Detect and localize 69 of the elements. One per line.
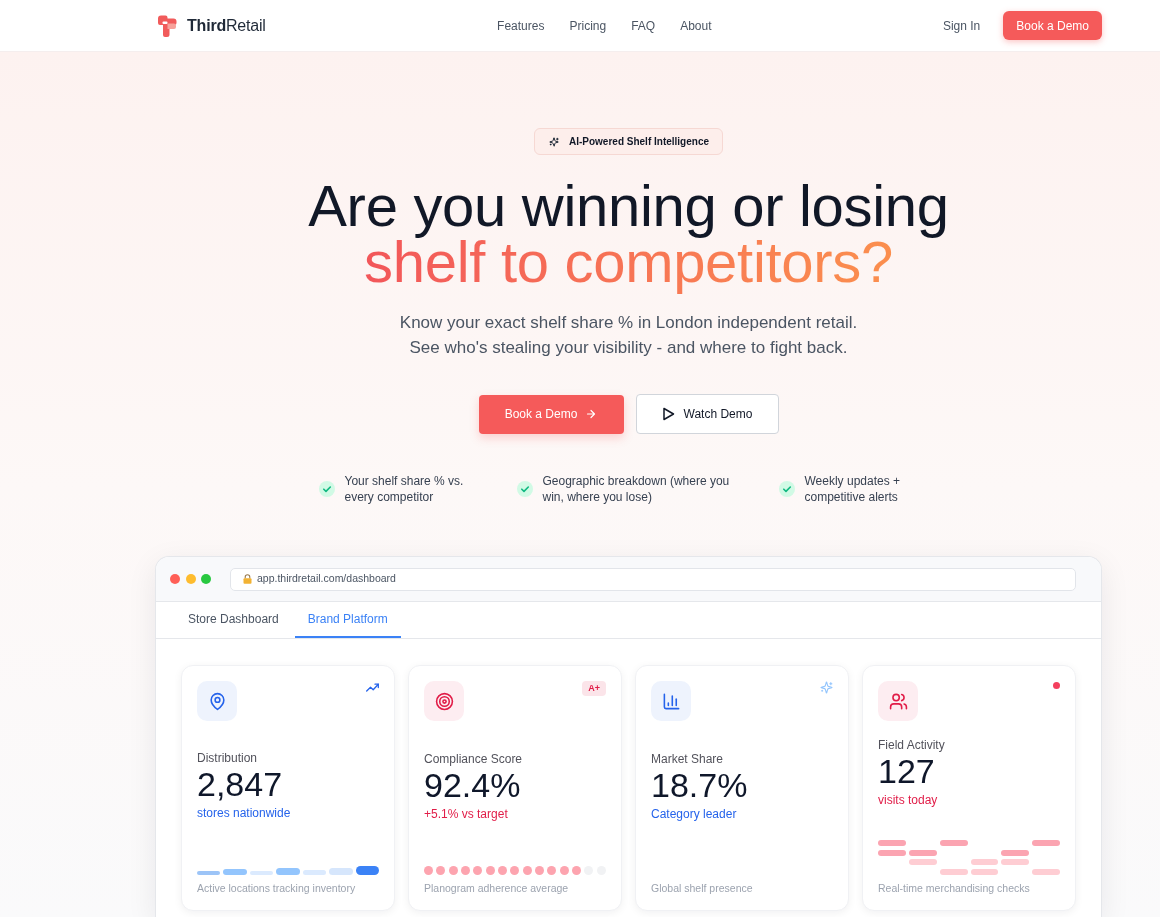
metric-note: +5.1% vs target xyxy=(424,806,509,822)
metric-note: Category leader xyxy=(651,806,738,822)
metric-caption: Real-time merchandising checks xyxy=(878,881,1031,895)
live-dot-icon xyxy=(1053,682,1060,689)
sparkles-icon xyxy=(549,136,559,147)
play-icon xyxy=(661,407,675,421)
badge-text: AI-Powered Shelf Intelligence xyxy=(569,135,709,149)
watch-demo-button[interactable]: Watch Demo xyxy=(635,394,779,434)
map-pin-icon xyxy=(197,681,237,721)
sign-in-link[interactable]: Sign In xyxy=(942,16,981,35)
metric-note: stores nationwide xyxy=(197,805,292,821)
check-icon xyxy=(778,481,795,497)
lock-icon xyxy=(243,574,252,584)
check-icon xyxy=(318,481,335,497)
activity-block xyxy=(878,849,906,856)
nav-link[interactable]: Pricing xyxy=(569,16,607,35)
logo-icon xyxy=(155,13,179,38)
activity-block xyxy=(908,849,937,856)
sparkles-icon xyxy=(820,681,833,694)
metric-label: Compliance Score xyxy=(424,751,524,767)
target-icon xyxy=(424,681,464,721)
chart-bar xyxy=(197,871,221,875)
chart-bar xyxy=(302,870,327,875)
bar-chart-icon xyxy=(651,681,691,721)
chart-bar xyxy=(223,869,247,875)
close-dot-icon xyxy=(170,574,180,584)
metric-value: 92.4% xyxy=(424,767,522,803)
metric-label: Field Activity xyxy=(878,737,946,753)
metric-caption: Active locations tracking inventory xyxy=(197,881,357,895)
zoom-dot-icon xyxy=(201,574,211,584)
trending-up-icon xyxy=(366,683,379,692)
arrow-right-icon xyxy=(585,408,598,420)
activity-block xyxy=(1001,849,1030,856)
tab[interactable]: Store Dashboard xyxy=(175,602,292,638)
nav-link[interactable]: Features xyxy=(497,16,545,35)
metric-value: 18.7% xyxy=(651,767,749,803)
users-icon xyxy=(878,681,918,721)
feature-text: Your shelf share % vs. every competitor xyxy=(344,473,465,505)
activity-block xyxy=(878,840,906,846)
logo-link[interactable]: ThirdRetail xyxy=(155,13,266,38)
activity-block xyxy=(939,840,968,846)
feature-text: Geographic breakdown (where you win, where you lose) xyxy=(542,473,731,505)
activity-block xyxy=(908,859,937,866)
nav-link[interactable]: About xyxy=(680,16,712,35)
activity-block xyxy=(970,868,999,875)
chart-bar xyxy=(329,868,353,875)
activity-block xyxy=(1001,859,1030,866)
activity-block xyxy=(970,859,999,866)
minimize-dot-icon xyxy=(185,574,196,584)
metric-value: 2,847 xyxy=(197,766,284,802)
feature-text: Weekly updates + competitive alerts xyxy=(804,473,901,505)
metric-caption: Planogram adherence average xyxy=(424,881,570,895)
metric-caption: Global shelf presence xyxy=(651,881,754,895)
chart-bar xyxy=(276,868,300,875)
address-bar[interactable]: app.thirdretail.com/dashboard xyxy=(230,567,1076,591)
check-icon xyxy=(516,481,533,497)
metric-value: 127 xyxy=(878,753,936,789)
activity-block xyxy=(939,868,968,875)
activity-block xyxy=(1032,868,1060,875)
activity-block xyxy=(1032,840,1060,846)
tab[interactable]: Brand Platform xyxy=(294,602,401,638)
metric-label: Distribution xyxy=(197,750,259,766)
chart-bar xyxy=(355,866,379,875)
chart-bar xyxy=(249,871,274,875)
nav-link[interactable]: FAQ xyxy=(631,16,656,35)
hero-subtitle: Know your exact shelf share % in London independent retail. See who's stealing your visibility - and where to fight back. xyxy=(399,312,858,359)
metric-label: Market Share xyxy=(651,751,725,767)
metric-note: visits today xyxy=(878,792,939,808)
grade-badge: A+ xyxy=(582,681,606,696)
